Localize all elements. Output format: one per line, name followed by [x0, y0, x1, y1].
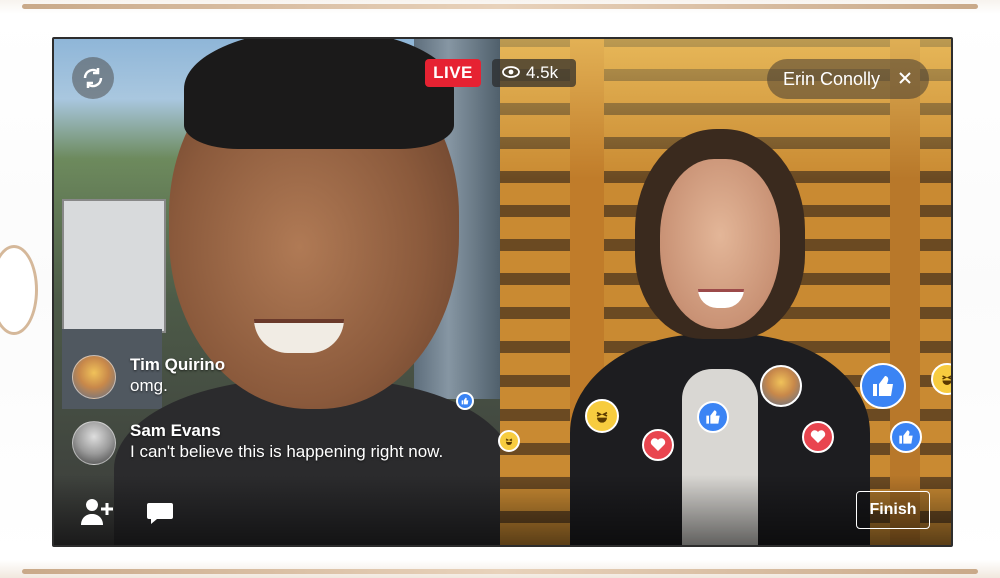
comment-author[interactable]: Sam Evans	[130, 421, 443, 441]
guest-name: Erin Conolly	[783, 68, 881, 89]
like-reaction-icon	[456, 392, 474, 410]
eye-icon	[502, 63, 520, 83]
live-video-screen: LIVE 4.5k Erin Conolly Tim Quirino omg. …	[52, 37, 953, 547]
comment-item: Sam Evans I can't believe this is happen…	[72, 421, 443, 465]
love-reaction-icon	[802, 421, 834, 453]
home-button[interactable]	[0, 245, 38, 335]
phone-bottom-edge	[22, 569, 978, 574]
add-person-icon[interactable]	[80, 497, 114, 527]
comment-text: omg.	[130, 376, 168, 395]
comment-author[interactable]: Tim Quirino	[130, 355, 225, 375]
finish-button[interactable]: Finish	[856, 491, 930, 529]
phone-frame: LIVE 4.5k Erin Conolly Tim Quirino omg. …	[0, 0, 1000, 578]
love-reaction-icon	[642, 429, 674, 461]
viewer-count-value: 4.5k	[526, 63, 559, 82]
haha-reaction-icon	[585, 399, 619, 433]
comment-item: Tim Quirino omg.	[72, 355, 225, 399]
viewer-avatar-reaction	[760, 365, 802, 407]
like-reaction-icon	[697, 401, 729, 433]
live-badge: LIVE	[425, 59, 481, 87]
avatar[interactable]	[72, 421, 116, 465]
guest-video	[500, 39, 951, 545]
close-icon[interactable]	[893, 66, 917, 90]
comment-text: I can't believe this is happening right …	[130, 442, 444, 461]
haha-reaction-icon	[498, 430, 520, 452]
avatar[interactable]	[72, 355, 116, 399]
switch-camera-icon[interactable]	[72, 57, 114, 99]
like-reaction-icon	[860, 363, 906, 409]
viewer-count: 4.5k	[492, 59, 576, 87]
host-video	[54, 39, 500, 545]
like-reaction-icon	[890, 421, 922, 453]
comment-icon[interactable]	[146, 501, 174, 525]
guest-name-pill: Erin Conolly	[767, 59, 929, 99]
phone-top-edge	[22, 4, 978, 9]
